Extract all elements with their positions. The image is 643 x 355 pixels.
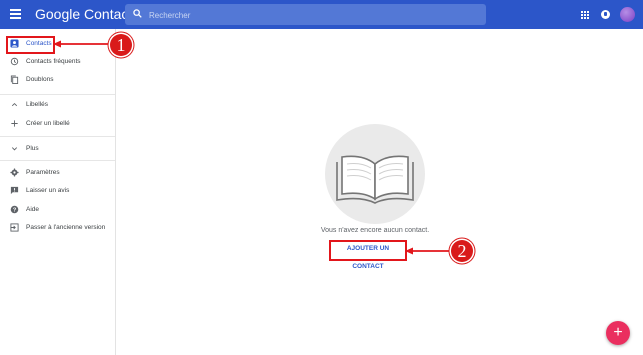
callout-number-1: 1 [110,34,132,56]
callout-arrows [53,40,451,255]
callout-number-2: 2 [451,240,473,262]
